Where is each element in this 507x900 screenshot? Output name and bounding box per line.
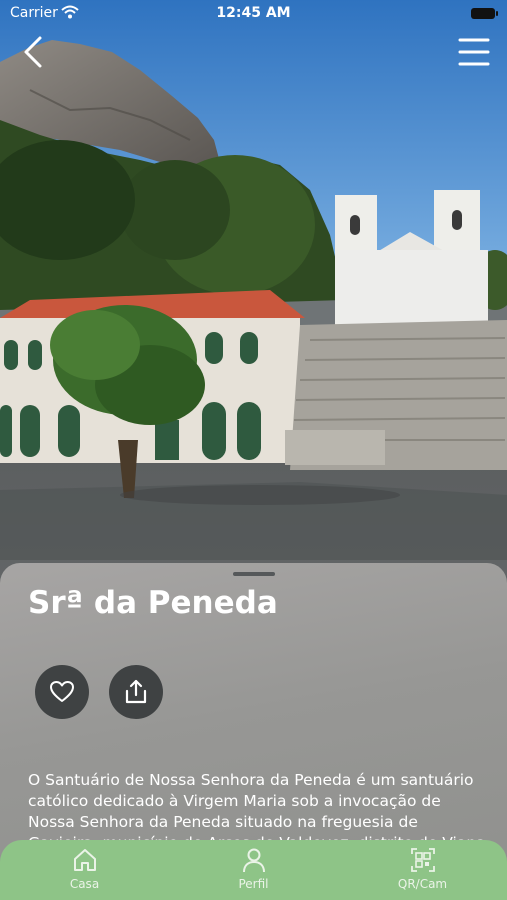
tab-home-label: Casa <box>69 877 100 891</box>
tab-qr-cam[interactable]: QR/Cam <box>338 840 507 900</box>
share-button[interactable] <box>109 665 163 719</box>
tab-profile-label: Perfil <box>238 877 269 891</box>
favorite-button[interactable] <box>35 665 89 719</box>
drag-handle[interactable] <box>233 572 275 576</box>
home-icon <box>74 849 96 871</box>
chevron-left-icon <box>24 36 42 68</box>
back-button[interactable] <box>20 34 50 70</box>
qr-camera-icon <box>411 848 435 872</box>
user-icon <box>243 848 265 873</box>
clock: 12:45 AM <box>216 5 291 21</box>
status-bar: Carrier 12:45 AM <box>0 0 507 28</box>
hamburger-menu-icon <box>458 38 490 66</box>
share-icon <box>125 679 147 704</box>
place-title: Srª da Peneda <box>28 585 278 621</box>
heart-icon <box>50 681 74 702</box>
tab-home[interactable]: Casa <box>0 840 169 900</box>
tab-qr-cam-label: QR/Cam <box>397 877 448 891</box>
tab-profile[interactable]: Perfil <box>169 840 338 900</box>
battery-icon <box>471 8 498 19</box>
tab-bar: Casa Perfil QR/Cam <box>0 840 507 900</box>
menu-button[interactable] <box>457 36 491 68</box>
